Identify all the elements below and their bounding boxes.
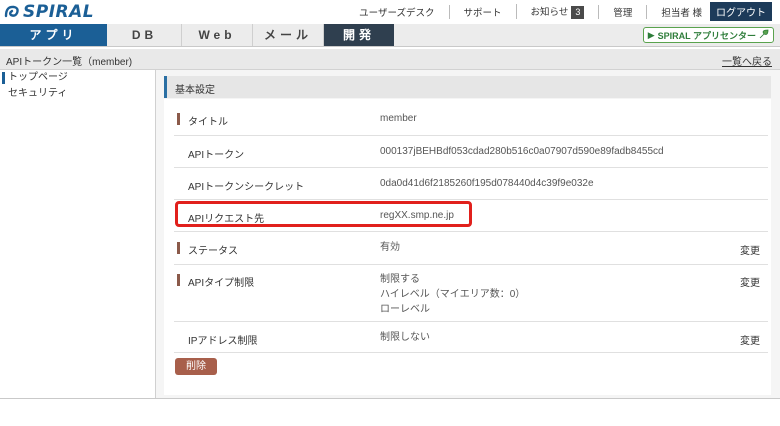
users-desk-link[interactable]: ユーザーズデスク [345,5,448,19]
app-center-button[interactable]: ▶ SPIRAL アプリセンター [642,27,774,43]
spiral-logo-icon [4,4,20,20]
required-marker [177,113,180,125]
section-header: 基本設定 [164,76,771,98]
detail-row-api-secret: APIトークンシークレット 0da0d41d6f2185260f195d0784… [174,168,768,200]
change-status-link[interactable]: 変更 [740,242,760,257]
sidebar-item-top[interactable]: トップページ [0,70,155,86]
details-panel: タイトル member APIトークン 000137jBEHBdf053cdad… [164,99,771,395]
brand-name: SPIRAL [23,2,95,22]
tab-dev[interactable]: 開発 [324,24,394,46]
required-marker [177,242,180,254]
play-arrow-icon: ▶ [647,29,655,40]
section-title: 基本設定 [175,85,215,96]
detail-row-api-token: APIトークン 000137jBEHBdf053cdad280b516c0a07… [174,136,768,168]
row-label: ステータス [188,246,238,257]
detail-row-status: ステータス 有効 変更 [174,232,768,265]
row-label: APIトークン [188,150,245,161]
tab-app[interactable]: アプリ [0,24,107,46]
change-ip-limit-link[interactable]: 変更 [740,332,760,347]
row-value: 000137jBEHBdf053cdad280b516c0a07907d590e… [380,146,664,157]
page-title: APIトークン一覧（member) [6,57,133,68]
tab-db[interactable]: DB [108,24,182,46]
main-nav: アプリ DB Web メール 開発 ▶ SPIRAL アプリセンター [0,24,780,47]
detail-row-ip-limit: IPアドレス制限 制限しない 変更 [174,322,768,353]
admin-link[interactable]: 管理 [598,4,646,19]
spiral-logo[interactable]: SPIRAL [4,2,94,22]
row-label: IPアドレス制限 [188,336,258,347]
highlight-box [175,201,472,227]
app-center-label: SPIRAL アプリセンター [657,30,756,41]
tab-web[interactable]: Web [182,24,253,46]
row-value: 制限しない [380,332,430,343]
row-label: APIタイプ制限 [188,278,255,289]
notice-count-badge: 3 [571,6,585,19]
row-value: member [380,113,417,124]
delete-button[interactable]: 削除 [175,358,217,375]
row-value: 有効 [380,242,400,253]
row-value: 制限する [380,274,420,285]
change-api-type-link[interactable]: 変更 [740,274,760,289]
row-value: 0da0d41d6f2185260f195d078440d4c39f9e032e [380,178,594,189]
main-content: 基本設定 タイトル member APIトークン 000137jBEHBdf05… [156,70,780,398]
support-link[interactable]: サポート [448,4,516,19]
row-label: APIトークンシークレット [188,182,305,193]
required-marker [177,274,180,286]
notice-label: お知らせ [530,7,569,18]
detail-row-api-type-limit: APIタイプ制限 制限する ハイレベル（マイエリア数：0） ローレベル 変更 [174,265,768,322]
row-label: タイトル [188,117,228,128]
notice-link[interactable]: お知らせ 3 [515,4,599,19]
leaf-icon [759,29,769,41]
row-value-line3: ローレベル [380,304,430,315]
sidebar: トップページ セキュリティ [0,70,156,398]
footer-divider [0,398,780,399]
back-to-list-link[interactable]: 一覧へ戻る [722,53,772,68]
tab-mail[interactable]: メール [253,24,324,46]
sidebar-item-security[interactable]: セキュリティ [0,86,155,102]
user-name: 担当者 様 [646,4,702,19]
detail-row-title: タイトル member [174,102,768,136]
row-value-line2: ハイレベル（マイエリア数：0） [380,289,526,300]
logout-button[interactable]: ログアウト [710,2,772,21]
page-header: APIトークン一覧（member) 一覧へ戻る [0,49,780,70]
top-bar: SPIRAL ユーザーズデスク サポート お知らせ 3 管理 担当者 様 ログアウ… [0,0,780,24]
